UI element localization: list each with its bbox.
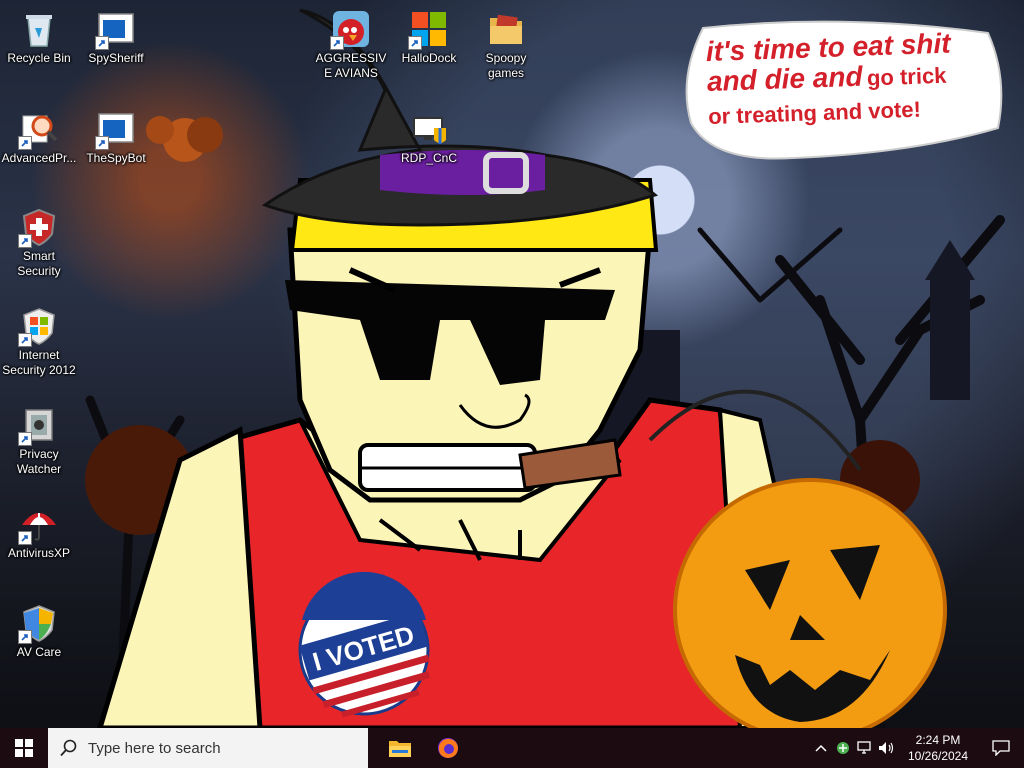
shield-cross-icon <box>18 208 58 248</box>
desktop-icon-label: Internet Security 2012 <box>2 348 76 377</box>
desktop-icon-advancedpr[interactable]: AdvancedPr... <box>1 110 77 166</box>
taskbar-file-explorer[interactable] <box>376 728 424 768</box>
desktop-icon-hallodock[interactable]: HalloDock <box>391 10 467 66</box>
volume-button[interactable] <box>876 728 898 768</box>
notification-icon <box>992 740 1010 756</box>
search-placeholder: Type here to search <box>88 739 221 757</box>
folder-icon <box>487 10 525 48</box>
desktop-icon-label: SpySheriff <box>88 51 144 65</box>
windows-shield-icon <box>18 604 58 644</box>
desktop-icon-spysheriff[interactable]: SpySheriff <box>78 10 154 66</box>
file-explorer-icon <box>389 741 411 757</box>
network-button[interactable] <box>854 728 876 768</box>
shortcut-arrow-icon <box>408 36 422 50</box>
desktop-icon-label: Smart Security <box>17 249 61 278</box>
desktop-icon-thespybot[interactable]: TheSpyBot <box>78 110 154 166</box>
app-window-icon <box>95 110 135 150</box>
magnifier-icon <box>18 110 58 150</box>
chevron-up-icon <box>815 744 827 752</box>
shortcut-arrow-icon <box>18 333 32 347</box>
shortcut-arrow-icon <box>95 36 109 50</box>
desktop-icon-label: Recycle Bin <box>7 51 71 65</box>
desktop-icon-rdp-cnc[interactable]: RDP_CnC <box>391 110 467 166</box>
desktop-icon-label: Spoopy games <box>485 51 527 80</box>
desktop-icon-label: RDP_CnC <box>400 151 457 165</box>
angry-bird-icon <box>330 10 370 50</box>
app-window-icon <box>95 10 135 50</box>
show-hidden-icons-button[interactable] <box>810 728 832 768</box>
taskbar-firefox[interactable] <box>424 728 472 768</box>
desktop-icon-av-care[interactable]: AV Care <box>1 604 77 660</box>
shortcut-arrow-icon <box>18 136 32 150</box>
tray-app-icon <box>837 742 849 754</box>
start-button[interactable] <box>0 728 48 768</box>
clock-date: 10/26/2024 <box>907 749 969 763</box>
desktop-icon-smart-security[interactable]: Smart Security <box>1 208 77 279</box>
desktop-icon-aggressive-avians[interactable]: AGGRESSIVE AVIANS <box>313 10 389 81</box>
desktop-icon-label: AntivirusXP <box>7 546 71 560</box>
windows-start-icon <box>15 739 33 757</box>
network-icon <box>857 741 871 754</box>
search-icon <box>60 739 77 757</box>
desktop-icon-privacy-watcher[interactable]: Privacy Watcher <box>1 406 77 477</box>
i-voted-badge: I VOTED <box>298 571 431 718</box>
windows-logo-icon <box>408 10 448 50</box>
desktop-icon-spoopy-games[interactable]: Spoopy games <box>468 10 544 81</box>
desktop-icon-label: HalloDock <box>401 51 457 65</box>
shortcut-arrow-icon <box>18 630 32 644</box>
system-tray: 2:24 PM 10/26/2024 <box>810 728 1024 768</box>
desktop-icon-label: AV Care <box>16 645 62 659</box>
tray-app-button[interactable] <box>832 728 854 768</box>
volume-icon <box>879 742 894 754</box>
action-center-button[interactable] <box>978 728 1024 768</box>
desktop-icon-internet-security-2012[interactable]: Internet Security 2012 <box>1 307 77 378</box>
umbrella-icon <box>18 505 58 545</box>
shortcut-arrow-icon <box>18 531 32 545</box>
speaker-icon <box>18 406 58 446</box>
shortcut-arrow-icon <box>95 136 109 150</box>
shortcut-arrow-icon <box>330 36 344 50</box>
desktop-icon-antivirusxp[interactable]: AntivirusXP <box>1 505 77 561</box>
desktop-icon-recycle-bin[interactable]: Recycle Bin <box>1 10 77 66</box>
remote-desktop-icon <box>410 110 448 148</box>
windows-flag-icon <box>18 307 58 347</box>
desktop-icon-label: TheSpyBot <box>86 151 146 165</box>
bubble-line-2b: go trick <box>866 62 947 91</box>
desktop-icon-label: Privacy Watcher <box>16 447 62 476</box>
taskbar-clock[interactable]: 2:24 PM 10/26/2024 <box>898 728 978 768</box>
shortcut-arrow-icon <box>18 432 32 446</box>
desktop-icon-label: AGGRESSIVE AVIANS <box>315 51 387 80</box>
bubble-line-2a: and die and <box>706 60 864 98</box>
recycle-bin-icon <box>20 10 58 48</box>
speech-bubble: it's time to eat shit and die and go tri… <box>683 18 1006 168</box>
taskbar-search-box[interactable]: Type here to search <box>48 728 368 768</box>
firefox-icon <box>438 738 458 758</box>
clock-time: 2:24 PM <box>915 733 961 747</box>
taskbar: Type here to search 2:24 PM 10/26/2024 <box>0 728 1024 768</box>
desktop-icon-label: AdvancedPr... <box>1 151 77 165</box>
shortcut-arrow-icon <box>18 234 32 248</box>
